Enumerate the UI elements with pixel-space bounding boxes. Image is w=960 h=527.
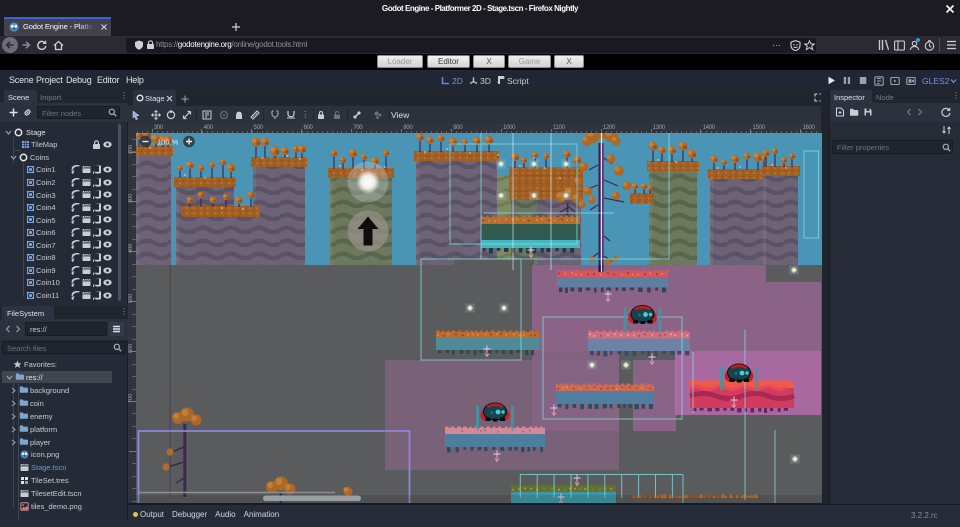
svg-text:100 %: 100 % xyxy=(157,138,179,147)
